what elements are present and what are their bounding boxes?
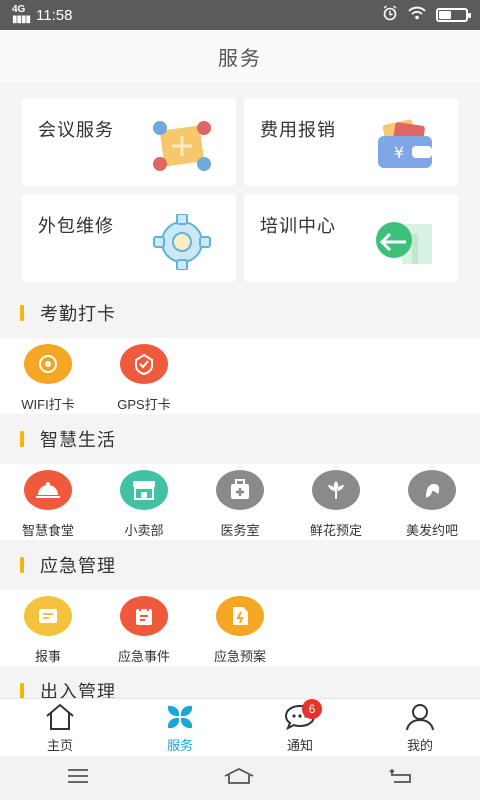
flower-icon (312, 470, 360, 510)
tab-notifications[interactable]: 6 通知 (240, 699, 360, 756)
emergency-event-icon (120, 596, 168, 636)
attendance-items: WIFI打卡 GPS打卡 (0, 338, 480, 414)
signal-icon: 4G ▮▮▮▮ (12, 4, 31, 25)
item-label: 鲜花预定 (309, 523, 362, 538)
item-label: 应急事件 (117, 649, 170, 664)
tab-label: 主页 (46, 738, 73, 753)
item-report[interactable]: 报事 (0, 590, 96, 666)
item-label: WIFI打卡 (21, 397, 75, 412)
card-outsourced-repair[interactable]: 外包维修 (22, 194, 236, 282)
section-marker (20, 431, 24, 447)
tab-mine[interactable]: 我的 (360, 699, 480, 756)
shop-icon (120, 470, 168, 510)
back-icon[interactable] (388, 768, 414, 789)
section-access: 出入管理 (0, 666, 480, 698)
section-marker (20, 305, 24, 321)
item-emergency-event[interactable]: 应急事件 (96, 590, 192, 666)
user-icon (406, 704, 434, 731)
item-label: 报事 (34, 649, 61, 664)
service-cards: 会议服务 费用报销 ¥ 外包维修 培训中心 (0, 82, 480, 282)
svg-text:¥: ¥ (394, 143, 404, 162)
hair-icon (408, 470, 456, 510)
item-label: 小卖部 (124, 523, 164, 538)
clinic-icon (216, 470, 264, 510)
tab-services[interactable]: 服务 (120, 699, 240, 756)
item-flower-booking[interactable]: 鲜花预定 (288, 464, 384, 540)
home-icon (46, 703, 74, 730)
tab-label: 服务 (166, 738, 193, 753)
wallet-icon: ¥ (378, 119, 432, 168)
item-label: 美发约吧 (405, 523, 458, 538)
section-title: 考勤打卡 (40, 304, 116, 324)
card-expense-reimbursement[interactable]: 费用报销 ¥ (244, 98, 458, 186)
section-marker (20, 683, 24, 698)
item-shop[interactable]: 小卖部 (96, 464, 192, 540)
gps-checkin-icon (120, 344, 168, 384)
gear-icon (153, 214, 211, 270)
item-smart-canteen[interactable]: 智慧食堂 (0, 464, 96, 540)
section-smart-life: 智慧生活 (0, 414, 480, 464)
page-header: 服务 (0, 30, 480, 82)
card-training-center[interactable]: 培训中心 (244, 194, 458, 282)
item-wifi-checkin[interactable]: WIFI打卡 (0, 338, 96, 414)
battery-icon (436, 8, 471, 22)
card-title: 培训中心 (260, 216, 336, 236)
bottom-tab-bar: 主页 服务 6 通知 我的 (0, 698, 480, 756)
item-label: 智慧食堂 (21, 523, 74, 538)
card-meeting-service[interactable]: 会议服务 (22, 98, 236, 186)
section-title: 应急管理 (40, 556, 116, 576)
emergency-items: 报事 应急事件 应急预案 (0, 590, 480, 666)
item-gps-checkin[interactable]: GPS打卡 (96, 338, 192, 414)
section-marker (20, 557, 24, 573)
services-content[interactable]: 会议服务 费用报销 ¥ 外包维修 培训中心 考勤打卡 WIFI打卡 GPS打卡 … (0, 82, 480, 698)
section-title: 出入管理 (40, 682, 116, 698)
system-nav-bar (0, 756, 480, 800)
clock-time: 11:58 (36, 6, 73, 24)
card-title: 外包维修 (38, 216, 114, 236)
report-icon (24, 596, 72, 636)
tab-home[interactable]: 主页 (0, 699, 120, 756)
section-title: 智慧生活 (40, 430, 116, 450)
item-emergency-plan[interactable]: 应急预案 (192, 590, 288, 666)
item-clinic[interactable]: 医务室 (192, 464, 288, 540)
tab-label: 我的 (406, 738, 433, 753)
wifi-icon (408, 6, 426, 24)
services-icon (167, 705, 193, 729)
section-attendance: 考勤打卡 (0, 288, 480, 338)
smart-life-items: 智慧食堂 小卖部 医务室 鲜花预定 美发约吧 (0, 464, 480, 540)
status-bar: 4G ▮▮▮▮ 11:58 (0, 0, 480, 30)
item-label: 医务室 (220, 523, 260, 538)
emergency-plan-icon (216, 596, 264, 636)
card-title: 会议服务 (38, 120, 114, 140)
page-title: 服务 (218, 47, 262, 70)
home-nav-icon[interactable] (223, 767, 255, 790)
training-icon (376, 222, 432, 264)
item-hair-salon[interactable]: 美发约吧 (384, 464, 480, 540)
item-label: 应急预案 (213, 649, 266, 664)
canteen-icon (24, 470, 72, 510)
alarm-icon (382, 5, 398, 25)
card-title: 费用报销 (260, 120, 336, 140)
wifi-checkin-icon (24, 344, 72, 384)
tab-label: 通知 (286, 738, 313, 753)
notification-badge: 6 (302, 699, 322, 719)
meeting-icon (153, 121, 211, 171)
section-emergency: 应急管理 (0, 540, 480, 590)
item-label: GPS打卡 (117, 397, 171, 412)
menu-icon[interactable] (66, 768, 90, 789)
